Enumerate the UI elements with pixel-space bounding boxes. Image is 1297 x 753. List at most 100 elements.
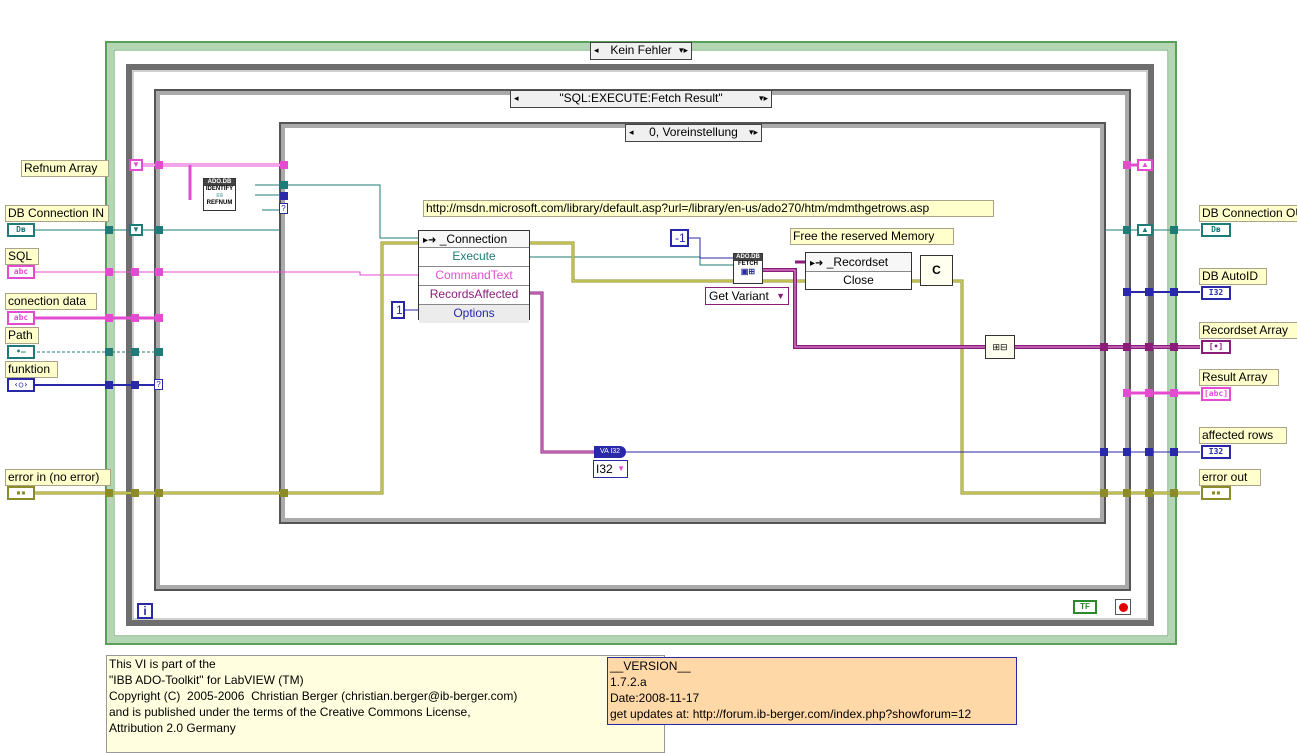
close-reference-node[interactable]: C	[920, 255, 953, 286]
tunnel-sql-loop	[131, 268, 139, 276]
tunnel-refnum-case	[155, 161, 163, 169]
fetch-line-1: ADO.DB	[734, 254, 762, 261]
tunnel-conn-case	[155, 314, 163, 322]
connection-data-terminal[interactable]: abc	[7, 311, 35, 325]
tunnel-path-left	[105, 348, 113, 356]
tunnel-autoid-outer	[1170, 288, 1178, 296]
loop-condition-terminal[interactable]	[1115, 599, 1131, 615]
tunnel-error-inner	[280, 489, 288, 497]
tunnel-id-inner	[280, 192, 288, 200]
true-constant[interactable]: TF	[1073, 600, 1097, 614]
fetch-subvi[interactable]: ADO.DB FETCH ▣⊞	[733, 253, 763, 284]
tunnel-error-right	[1123, 489, 1131, 497]
tunnel-error-outer	[1170, 489, 1178, 497]
result-array-label: Result Array	[1199, 369, 1279, 386]
connection-row-recordsaffected[interactable]: RecordsAffected	[419, 285, 529, 304]
recordset-invoke-node[interactable]: ▸➜ _Recordset Close	[805, 252, 912, 290]
inner-case-selector[interactable]: ◂ 0, Voreinstellung ▾▸	[625, 124, 762, 142]
i32-type-label: I32	[596, 462, 613, 476]
db-connection-in-terminal[interactable]: Dʙ	[7, 223, 35, 237]
url-label: http://msdn.microsoft.com/library/defaul…	[423, 200, 994, 217]
tunnel-dbconn-case	[155, 226, 163, 234]
get-variant-ring[interactable]: Get Variant ▼	[705, 287, 789, 305]
array-subset-node[interactable]: ⊞⊟	[985, 335, 1015, 359]
tunnel-autoid-right	[1123, 288, 1131, 296]
db-autoid-label: DB AutoID	[1199, 268, 1267, 285]
refnum-array-label: Refnum Array	[21, 160, 109, 177]
connection-row-execute[interactable]: Execute	[419, 247, 529, 266]
identify-line-1: ADO.DB	[204, 179, 235, 186]
tunnel-dbconn-left	[105, 226, 113, 234]
sql-terminal[interactable]: abc	[7, 265, 35, 279]
tunnel-error-left	[105, 489, 113, 497]
i32-type-constant[interactable]: I32 ▼	[593, 460, 628, 478]
funktion-terminal[interactable]: ‹○›	[7, 378, 35, 392]
close-ref-text: C	[932, 263, 941, 277]
tunnel-refnum-right	[1123, 161, 1131, 169]
result-array-terminal[interactable]: [abc]	[1201, 387, 1231, 401]
error-out-terminal[interactable]: ▪▪	[1201, 486, 1231, 500]
tunnel-dbconn-inner	[280, 181, 288, 189]
tunnel-recordset-right	[1123, 343, 1131, 351]
sql-label: SQL	[5, 248, 39, 265]
tunnel-path-loop	[131, 348, 139, 356]
db-connection-out-terminal[interactable]: Dʙ	[1201, 223, 1231, 237]
recordset-row-close[interactable]: Close	[806, 271, 911, 290]
path-terminal[interactable]: •—	[7, 345, 35, 359]
block-diagram-wires	[22, 41, 1200, 645]
connection-row-commandtext[interactable]: CommandText	[419, 266, 529, 285]
dropdown-icon: ▼	[617, 464, 625, 473]
connection-row-options[interactable]: Options	[419, 304, 529, 323]
tunnel-rows-loop	[1145, 448, 1153, 456]
tunnel-error-loop	[131, 489, 139, 497]
loop-iteration-terminal: i	[137, 603, 153, 619]
array-node-icon: ⊞⊟	[992, 342, 1008, 352]
shift-register-dbconn-right: ▲	[1137, 224, 1153, 236]
variant-to-data-node[interactable]: VA I32	[594, 446, 626, 458]
free-memory-label: Free the reserved Memory	[790, 228, 954, 245]
connection-node-header: ▸➜ _Connection	[419, 231, 529, 247]
connection-data-label: conection data	[5, 293, 97, 310]
db-connection-out-label: DB Connection OUT	[1199, 205, 1297, 222]
tunnel-error-case	[155, 489, 163, 497]
tunnel-sql-left	[105, 268, 113, 276]
tunnel-error-inner-right	[1100, 489, 1108, 497]
db-autoid-terminal[interactable]: I32	[1201, 286, 1231, 300]
options-constant[interactable]: 1	[391, 301, 405, 319]
license-comment: This VI is part of the "IBB ADO-Toolkit"…	[106, 655, 665, 753]
db-connection-in-label: DB Connection IN	[5, 205, 109, 222]
shift-register-refnum-left: ▼	[129, 159, 143, 171]
arrow-icon: ▸➜	[423, 235, 437, 246]
selector-terminal-funktion: ?	[154, 379, 163, 390]
tunnel-autoid-loop	[1145, 288, 1153, 296]
shift-register-dbconn-left: ▼	[129, 224, 143, 236]
arrow-icon: ▸➜	[810, 258, 824, 269]
tunnel-result-outer	[1170, 389, 1178, 397]
outer-case-selector[interactable]: ◂ Kein Fehler ▾▸	[590, 42, 692, 60]
middle-case-selector[interactable]: ◂ "SQL:EXECUTE:Fetch Result" ▾▸	[510, 90, 772, 108]
middle-case-label: "SQL:EXECUTE:Fetch Result"	[559, 91, 723, 105]
affected-rows-terminal[interactable]: I32	[1201, 445, 1231, 459]
funktion-label: funktion	[5, 361, 58, 378]
affected-rows-label: affected rows	[1199, 427, 1287, 444]
minus-one-constant[interactable]: -1	[670, 229, 689, 247]
tunnel-recordset-loop	[1145, 343, 1153, 351]
outer-case-label: Kein Fehler	[610, 43, 672, 57]
error-in-terminal[interactable]: ▪▪	[7, 486, 35, 500]
error-out-label: error out	[1199, 469, 1261, 486]
recordset-node-title: _Recordset	[826, 255, 889, 269]
identify-refnum-subvi[interactable]: ADO.DB IDENTIFY ≡≡ REFNUM	[203, 178, 236, 211]
recordset-array-terminal[interactable]: [•]	[1201, 340, 1231, 354]
tunnel-conn-loop	[131, 314, 139, 322]
tunnel-recordset-outer	[1170, 343, 1178, 351]
tunnel-result-right	[1123, 389, 1131, 397]
tunnel-funk-loop	[131, 381, 139, 389]
connection-invoke-node[interactable]: ▸➜ _Connection Execute CommandText Recor…	[418, 230, 530, 323]
tunnel-rows-inner	[1100, 448, 1108, 456]
tunnel-result-loop	[1145, 389, 1153, 397]
tunnel-recordset-inner	[1100, 343, 1108, 351]
variant-suffix: I32	[610, 448, 621, 455]
tunnel-conn-data-left	[105, 314, 113, 322]
fetch-glyph: ▣⊞	[740, 267, 756, 276]
tunnel-path-case	[155, 348, 163, 356]
